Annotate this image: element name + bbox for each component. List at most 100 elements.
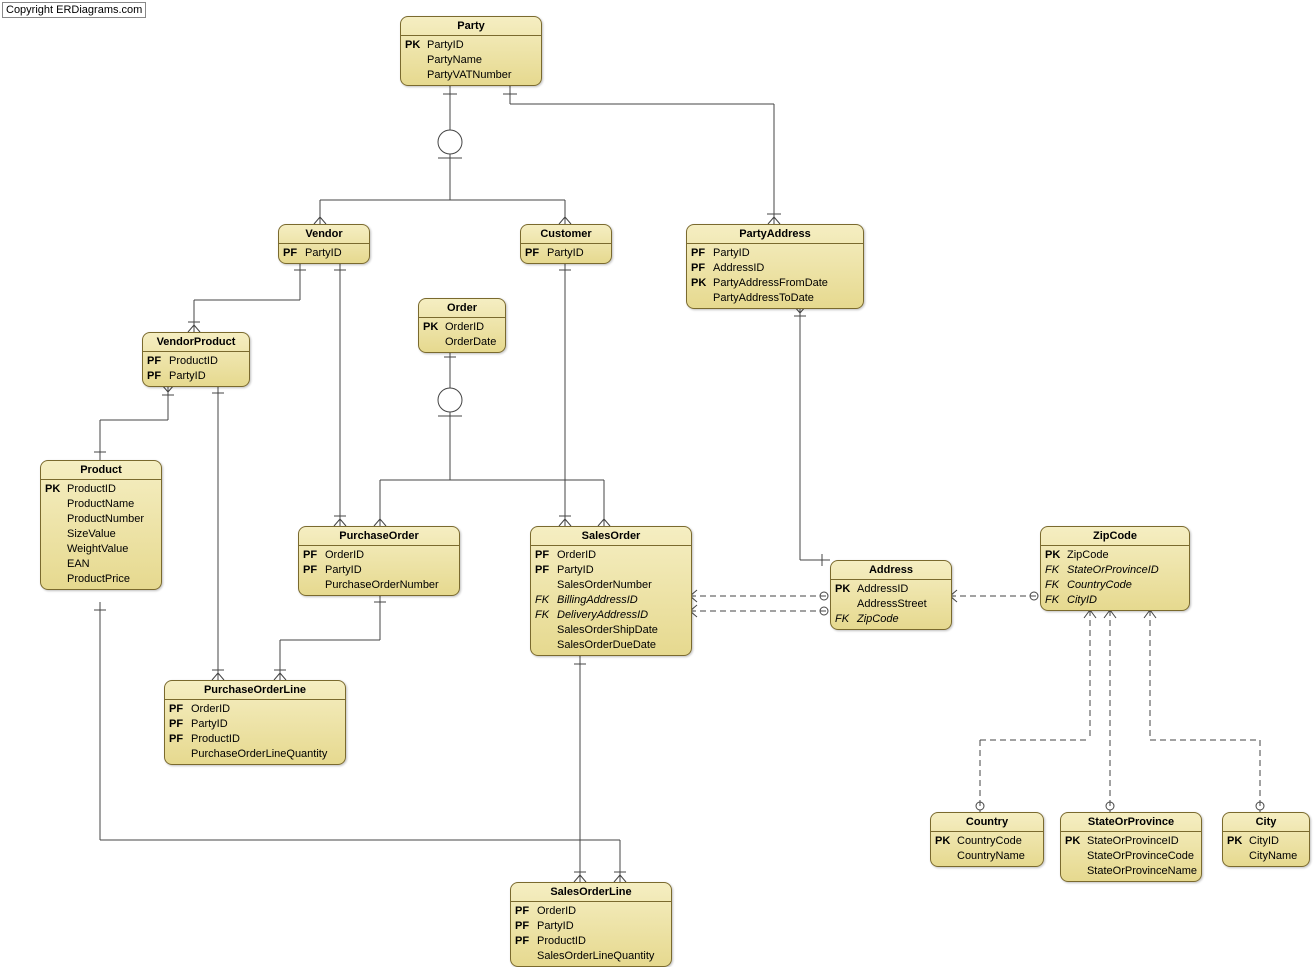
entity-attr: SizeValue	[41, 527, 161, 542]
attr-key	[535, 623, 557, 638]
entity-attrs: PKOrderIDOrderDate	[419, 318, 505, 352]
attr-key: PF	[525, 246, 547, 261]
attr-key: PF	[303, 548, 325, 563]
entity-title: ZipCode	[1041, 527, 1189, 546]
attr-name: SalesOrderDueDate	[557, 638, 656, 653]
attr-name: CountryCode	[957, 834, 1022, 849]
entity-vendorproduct: VendorProductPFProductIDPFPartyID	[142, 332, 250, 387]
attr-name: SizeValue	[67, 527, 116, 542]
entity-title: Party	[401, 17, 541, 36]
entity-attr: PartyVATNumber	[401, 68, 541, 83]
entity-attr: AddressStreet	[831, 597, 951, 612]
entity-attr: PFOrderID	[511, 904, 671, 919]
attr-name: StateOrProvinceCode	[1087, 849, 1194, 864]
attr-key: PF	[515, 934, 537, 949]
attr-key: PF	[169, 732, 191, 747]
entity-attr: PFPartyID	[511, 919, 671, 934]
attr-name: OrderDate	[445, 335, 496, 350]
entity-attr: CityName	[1223, 849, 1309, 864]
attr-key	[169, 747, 191, 762]
entity-attrs: PKZipCodeFKStateOrProvinceIDFKCountryCod…	[1041, 546, 1189, 610]
entity-order: OrderPKOrderIDOrderDate	[418, 298, 506, 353]
entity-attr: PKStateOrProvinceID	[1061, 834, 1201, 849]
entity-attr: PartyAddressToDate	[687, 291, 863, 306]
attr-key	[535, 578, 557, 593]
entity-attrs: PFOrderIDPFPartyIDPFProductIDSalesOrderL…	[511, 902, 671, 966]
entity-attrs: PKStateOrProvinceIDStateOrProvinceCodeSt…	[1061, 832, 1201, 881]
entity-country: Country PKCountryCodeCountryName	[930, 812, 1044, 867]
attr-name: PartyAddressToDate	[713, 291, 814, 306]
entity-attr: FKDeliveryAddressID	[531, 608, 691, 623]
attr-key	[1065, 849, 1087, 864]
attr-key: PK	[691, 276, 713, 291]
entity-attrs: PKAddressIDAddressStreetFKZipCode	[831, 580, 951, 629]
attr-key: PK	[935, 834, 957, 849]
attr-name: CountryName	[957, 849, 1025, 864]
attr-key: PK	[1065, 834, 1087, 849]
entity-partyaddress: PartyAddressPFPartyIDPFAddressIDPKPartyA…	[686, 224, 864, 309]
attr-name: CityName	[1249, 849, 1297, 864]
entity-attr: PFPartyID	[299, 563, 459, 578]
attr-key	[835, 597, 857, 612]
entity-city: CityPKCityIDCityName	[1222, 812, 1310, 867]
attr-name: ZipCode	[1067, 548, 1109, 563]
attr-name: PartyID	[713, 246, 750, 261]
attr-key: PK	[423, 320, 445, 335]
attr-key: PK	[45, 482, 67, 497]
entity-attr: SalesOrderLineQuantity	[511, 949, 671, 964]
entity-attrs: PKCityIDCityName	[1223, 832, 1309, 866]
attr-name: SalesOrderNumber	[557, 578, 652, 593]
entity-purchaseorder: PurchaseOrderPFOrderIDPFPartyIDPurchaseO…	[298, 526, 460, 596]
attr-key: PF	[515, 919, 537, 934]
attr-key	[45, 512, 67, 527]
attr-name: StateOrProvinceID	[1067, 563, 1159, 578]
attr-key	[691, 291, 713, 306]
entity-vendor: VendorPFPartyID	[278, 224, 370, 264]
attr-name: WeightValue	[67, 542, 128, 557]
entity-attr: ProductName	[41, 497, 161, 512]
entity-title: Vendor	[279, 225, 369, 244]
attr-key: PF	[535, 563, 557, 578]
entity-attr: FKCountryCode	[1041, 578, 1189, 593]
attr-key	[303, 578, 325, 593]
attr-key: PK	[1227, 834, 1249, 849]
attr-key	[423, 335, 445, 350]
entity-attrs: PFOrderIDPFPartyIDPurchaseOrderNumber	[299, 546, 459, 595]
entity-attr: PFProductID	[511, 934, 671, 949]
entity-title: SalesOrder	[531, 527, 691, 546]
entity-title: Customer	[521, 225, 611, 244]
attr-key: PF	[147, 354, 169, 369]
attr-name: ProductNumber	[67, 512, 144, 527]
entity-attrs: PFPartyIDPFAddressIDPKPartyAddressFromDa…	[687, 244, 863, 308]
entity-attrs: PKProductIDProductNameProductNumberSizeV…	[41, 480, 161, 589]
entity-salesorderline: SalesOrderLinePFOrderIDPFPartyIDPFProduc…	[510, 882, 672, 967]
attr-key: PF	[169, 717, 191, 732]
entity-title: City	[1223, 813, 1309, 832]
attr-name: PurchaseOrderLineQuantity	[191, 747, 327, 762]
attr-name: PartyID	[191, 717, 228, 732]
entity-attr: PKProductID	[41, 482, 161, 497]
entity-attr: ProductNumber	[41, 512, 161, 527]
attr-key: PF	[283, 246, 305, 261]
attr-name: CountryCode	[1067, 578, 1132, 593]
attr-name: ProductID	[191, 732, 240, 747]
attr-name: ProductPrice	[67, 572, 130, 587]
entity-attrs: PKPartyIDPartyNamePartyVATNumber	[401, 36, 541, 85]
entity-attr: SalesOrderDueDate	[531, 638, 691, 653]
attr-name: SalesOrderShipDate	[557, 623, 658, 638]
entity-stateorprovince: StateOrProvincePKStateOrProvinceIDStateO…	[1060, 812, 1202, 882]
attr-key: PF	[303, 563, 325, 578]
attr-key	[45, 542, 67, 557]
entity-attr: PFPartyID	[143, 369, 249, 384]
attr-name: OrderID	[537, 904, 576, 919]
entity-attrs: PFOrderIDPFPartyIDPFProductIDPurchaseOrd…	[165, 700, 345, 764]
attr-name: DeliveryAddressID	[557, 608, 648, 623]
entity-title: Country	[931, 813, 1043, 832]
entity-attr: StateOrProvinceCode	[1061, 849, 1201, 864]
copyright-label: Copyright ERDiagrams.com	[2, 2, 146, 18]
attr-key: PF	[691, 261, 713, 276]
attr-key	[515, 949, 537, 964]
attr-key: PF	[691, 246, 713, 261]
attr-key	[45, 572, 67, 587]
attr-key	[45, 497, 67, 512]
